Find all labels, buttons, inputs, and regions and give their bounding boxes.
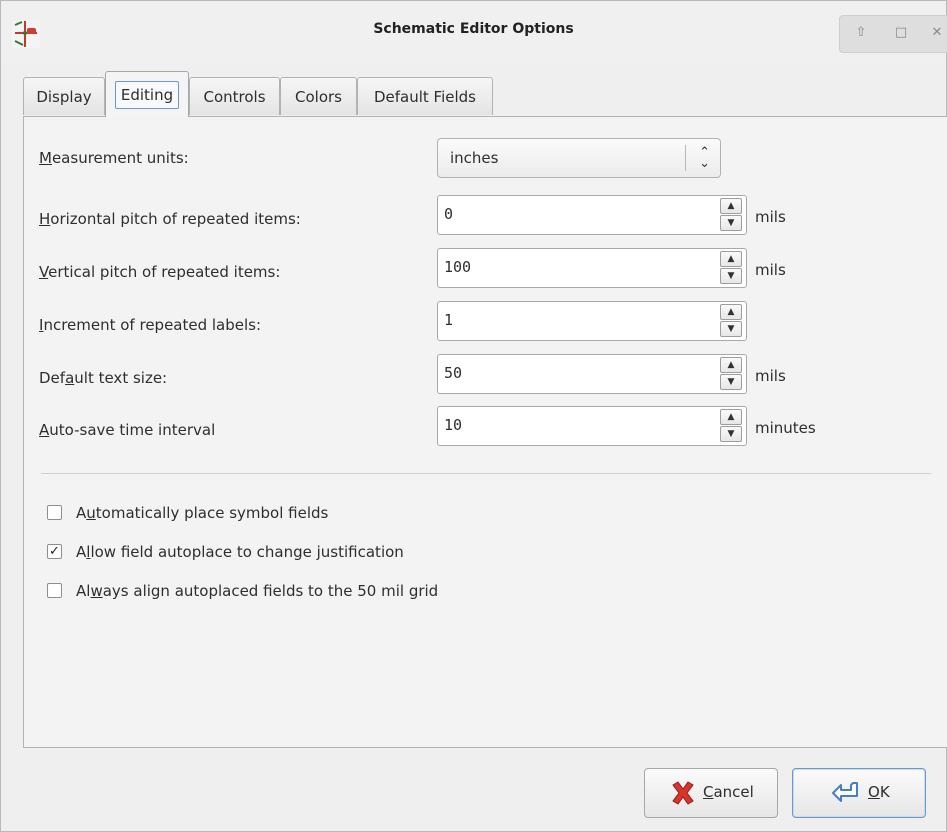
- cancel-label: Cancel: [703, 783, 754, 801]
- spin-down-icon[interactable]: ▼: [720, 321, 742, 337]
- measurement-units-value: inches: [450, 149, 499, 167]
- default-text-size-spinbox[interactable]: 50 ▲ ▼: [437, 354, 747, 394]
- default-text-size-unit: mils: [755, 367, 786, 385]
- tab-controls-label: Controls: [203, 88, 266, 106]
- spin-up-icon[interactable]: ▲: [720, 304, 742, 320]
- tab-controls[interactable]: Controls: [189, 77, 280, 115]
- window-title: Schematic Editor Options: [373, 21, 574, 37]
- auto-place-fields-checkbox[interactable]: [47, 505, 62, 520]
- horizontal-pitch-value: 0: [444, 205, 454, 223]
- label-increment-spinbox[interactable]: 1 ▲ ▼: [437, 301, 747, 341]
- tab-colors-label: Colors: [295, 88, 342, 106]
- autoplace-justification-checkbox[interactable]: ✓: [47, 544, 62, 559]
- ok-button[interactable]: OK: [792, 768, 926, 818]
- combo-separator: [685, 145, 686, 171]
- tab-display[interactable]: Display: [23, 77, 105, 115]
- tab-colors[interactable]: Colors: [280, 77, 357, 115]
- title-bar[interactable]: Schematic Editor Options ⇧ □ ✕: [1, 1, 947, 63]
- enter-arrow-icon: [832, 782, 858, 802]
- tab-editing-label: Editing: [114, 81, 180, 109]
- cancel-x-icon: [672, 781, 694, 805]
- vertical-pitch-unit: mils: [755, 261, 786, 279]
- horizontal-pitch-label: Horizontal pitch of repeated items:: [39, 210, 301, 228]
- label-increment-label: Increment of repeated labels:: [39, 316, 262, 334]
- spin-down-icon[interactable]: ▼: [720, 268, 742, 284]
- vertical-pitch-label: Vertical pitch of repeated items:: [39, 263, 281, 281]
- maximize-icon[interactable]: □: [892, 24, 910, 42]
- horizontal-pitch-unit: mils: [755, 208, 786, 226]
- tab-editing[interactable]: Editing: [105, 71, 189, 117]
- options-dialog: Schematic Editor Options ⇧ □ ✕ Display E…: [0, 0, 947, 832]
- tab-display-label: Display: [36, 88, 92, 106]
- measurement-units-label: Measurement units:: [39, 149, 189, 167]
- tab-default-fields-label: Default Fields: [373, 88, 476, 106]
- vertical-pitch-value: 100: [444, 258, 472, 276]
- autosave-interval-value: 10: [444, 416, 463, 434]
- autosave-interval-spinbox[interactable]: 10 ▲ ▼: [437, 406, 747, 446]
- autosave-interval-unit: minutes: [755, 419, 816, 437]
- autoplace-justification-label: Allow field autoplace to change justific…: [76, 543, 404, 561]
- horizontal-pitch-spinbox[interactable]: 0 ▲ ▼: [437, 195, 747, 235]
- align-grid-checkbox[interactable]: [47, 583, 62, 598]
- default-text-size-label: Default text size:: [39, 369, 168, 387]
- measurement-units-select[interactable]: inches ⌃ ⌄: [437, 138, 721, 178]
- default-text-size-value: 50: [444, 364, 463, 382]
- window-controls: ⇧ □ ✕: [839, 15, 947, 53]
- spin-up-icon[interactable]: ▲: [720, 357, 742, 373]
- spin-up-icon[interactable]: ▲: [720, 198, 742, 214]
- ok-label: OK: [868, 783, 890, 801]
- spin-down-icon[interactable]: ▼: [720, 374, 742, 390]
- close-icon[interactable]: ✕: [928, 24, 946, 42]
- section-divider: [41, 473, 931, 474]
- spin-up-icon[interactable]: ▲: [720, 251, 742, 267]
- vertical-pitch-spinbox[interactable]: 100 ▲ ▼: [437, 248, 747, 288]
- updown-chevron-icon: ⌃ ⌄: [699, 145, 710, 171]
- spin-up-icon[interactable]: ▲: [720, 409, 742, 425]
- tab-default-fields[interactable]: Default Fields: [357, 77, 493, 115]
- spin-down-icon[interactable]: ▼: [720, 426, 742, 442]
- label-increment-value: 1: [444, 311, 454, 329]
- cancel-button[interactable]: Cancel: [644, 768, 778, 818]
- align-grid-label: Always align autoplaced fields to the 50…: [76, 582, 439, 600]
- spin-down-icon[interactable]: ▼: [720, 215, 742, 231]
- autosave-interval-label: Auto-save time interval: [39, 421, 216, 439]
- shade-icon[interactable]: ⇧: [852, 24, 870, 42]
- auto-place-fields-label: Automatically place symbol fields: [76, 504, 329, 522]
